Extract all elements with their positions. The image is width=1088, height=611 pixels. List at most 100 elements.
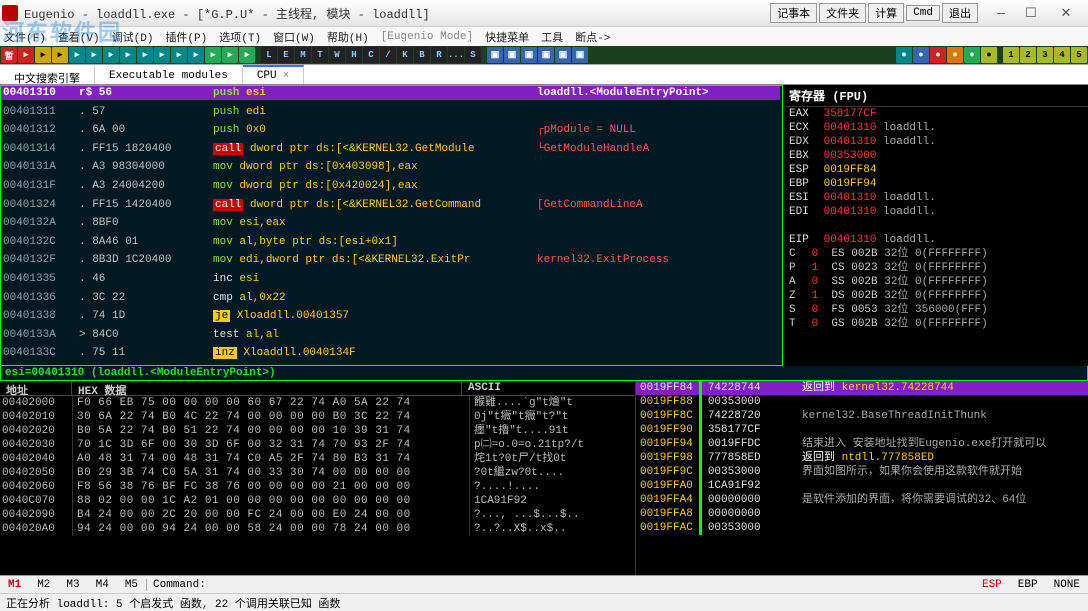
stack-row[interactable]: 0019FFAC00353000 [636,521,798,535]
disasm-cell[interactable]: inc esi [211,272,535,286]
m2-button[interactable]: M2 [29,579,58,591]
stack-row[interactable]: 0019FF8800353000 [636,395,798,409]
stack-row[interactable]: 0019FF8C74228720 [636,409,798,423]
register-row[interactable]: EBX 00353000 [783,149,1088,163]
dump-row[interactable]: 00402020B0 5A 22 74 B0 51 22 74 00 00 00… [0,424,635,438]
stack-info-row[interactable] [798,423,1088,437]
disassembly-pane[interactable]: 00401310 r$ 56 push esi loaddll.<ModuleE… [0,85,783,366]
tb-btn-0[interactable]: ▸ [18,47,34,63]
disasm-cell[interactable]: . 8BF0 [77,216,211,230]
stack-row[interactable]: 0019FFA800000000 [636,507,798,521]
flag-row[interactable]: Z 1 DS 002B 32位 0(FFFFFFFF) [783,289,1088,303]
menu-tools[interactable]: 工具 [541,29,563,45]
dump-row[interactable]: 0040203070 1C 3D 6F 00 30 3D 6F 00 32 31… [0,438,635,452]
tb-right-0[interactable]: ● [896,47,912,63]
dump-pane[interactable]: 地址 HEX 数据 ASCII 00402000F0 66 EB 75 00 0… [0,381,635,575]
register-row[interactable]: EDX 00401310 loaddll. [783,135,1088,149]
tb-letter-...[interactable]: ... [448,47,464,63]
disasm-cell[interactable]: cmp al,0x22 [211,291,535,305]
tb-extra-0[interactable]: ▣ [487,47,503,63]
dump-row[interactable]: 00402090B4 24 00 00 2C 20 00 00 FC 24 00… [0,508,635,522]
disasm-cell[interactable]: 0040132F [1,253,77,267]
disasm-cell[interactable] [535,328,780,342]
stack-row[interactable]: 0019FF9C00353000 [636,465,798,479]
disasm-cell[interactable] [535,309,780,323]
register-row[interactable]: ESP 0019FF84 [783,163,1088,177]
tb-btn-12[interactable]: ▸ [222,47,238,63]
disasm-cell[interactable]: mov dword ptr ds:[0x403098],eax [211,160,535,174]
flag-row[interactable]: C 0 ES 002B 32位 0(FFFFFFFF) [783,247,1088,261]
dump-row[interactable]: 004020A094 24 00 00 94 24 00 00 58 24 00… [0,522,635,536]
stack-info-row[interactable]: 是软件添加的界面，将你需要调试的32、64位 [798,493,1088,507]
disasm-cell[interactable] [535,346,780,360]
register-row[interactable]: EDI 00401310 loaddll. [783,205,1088,219]
disasm-cell[interactable]: . 75 11 [77,346,211,360]
tb-extra-4[interactable]: ▣ [555,47,571,63]
tb-right-1[interactable]: ● [913,47,929,63]
disasm-cell[interactable]: mov edi,dword ptr ds:[<&KERNEL32.ExitPr [211,253,535,267]
stack-info-row[interactable] [798,521,1088,535]
disasm-cell[interactable]: ┌pModule = NULL [535,123,780,137]
tb-letter-T[interactable]: T [312,47,328,63]
dump-row[interactable]: 00402050B0 29 3B 74 C0 5A 31 74 00 33 30… [0,466,635,480]
menu-quick[interactable]: 快捷菜单 [485,29,529,45]
disasm-cell[interactable]: call dword ptr ds:[<&KERNEL32.GetCommand [211,198,535,212]
tb-btn-9[interactable]: ▸ [171,47,187,63]
disasm-cell[interactable]: 00401335 [1,272,77,286]
command-input[interactable] [212,579,974,591]
disasm-cell[interactable]: 0040132C [1,235,77,249]
tab-中文搜索引擎[interactable]: 中文搜索引擎 [0,65,95,84]
disasm-cell[interactable] [535,272,780,286]
stack-info-row[interactable] [798,479,1088,493]
disasm-cell[interactable]: je Xloaddll.00401357 [211,309,535,323]
disasm-cell[interactable]: 0040131F [1,179,77,193]
disasm-cell[interactable] [535,160,780,174]
tb-extra-1[interactable]: ▣ [504,47,520,63]
register-row[interactable]: EIP 00401310 loaddll. [783,233,1088,247]
tb-pause-icon[interactable]: 暂 [1,47,17,63]
tb-btn-3[interactable]: ▸ [69,47,85,63]
tb-num-5[interactable]: 5 [1071,47,1087,63]
disasm-cell[interactable] [535,216,780,230]
menu-plugin[interactable]: 插件(P) [165,29,207,45]
dump-row[interactable]: 0040C07088 02 00 00 1C A2 01 00 00 00 00… [0,494,635,508]
esp-flag[interactable]: ESP [974,579,1010,591]
dump-row[interactable]: 00402040A0 48 31 74 00 48 31 74 C0 A5 2F… [0,452,635,466]
menu-options[interactable]: 选项(T) [219,29,261,45]
disasm-cell[interactable]: 00401311 [1,105,77,119]
disasm-cell[interactable]: 00401314 [1,142,77,156]
disasm-cell[interactable]: kernel32.ExitProcess [535,253,780,267]
tb-num-4[interactable]: 4 [1054,47,1070,63]
tb-letter-S[interactable]: S [465,47,481,63]
tb-num-1[interactable]: 1 [1003,47,1019,63]
tb-btn-8[interactable]: ▸ [154,47,170,63]
tb-letter-M[interactable]: M [295,47,311,63]
flag-row[interactable]: A 0 SS 002B 32位 0(FFFFFFFF) [783,275,1088,289]
m3-button[interactable]: M3 [58,579,87,591]
close-button[interactable]: ✕ [1046,3,1086,23]
disasm-cell[interactable]: mov dword ptr ds:[0x420024],eax [211,179,535,193]
disasm-cell[interactable]: 00401312 [1,123,77,137]
tb-letter-/[interactable]: / [380,47,396,63]
registers-pane[interactable]: 寄存器 (FPU) EAX 358177CF ECX 00401310 load… [783,85,1088,366]
tb-btn-13[interactable]: ▸ [239,47,255,63]
dump-row[interactable]: 00402000F0 66 EB 75 00 00 00 00 60 67 22… [0,396,635,410]
tb-extra-2[interactable]: ▣ [521,47,537,63]
menu-window[interactable]: 窗口(W) [273,29,315,45]
stack-row[interactable]: 0019FF90358177CF [636,423,798,437]
tb-right-4[interactable]: ● [964,47,980,63]
m4-button[interactable]: M4 [88,579,117,591]
stack-row[interactable]: 0019FF8474228744 [636,381,798,395]
stack-row[interactable]: 0019FFA400000000 [636,493,798,507]
disasm-cell[interactable]: 0040132A [1,216,77,230]
disasm-cell[interactable] [535,235,780,249]
dump-row[interactable]: 0040201030 6A 22 74 B0 4C 22 74 00 00 00… [0,410,635,424]
disasm-cell[interactable] [535,291,780,305]
register-row[interactable]: EAX 358177CF [783,107,1088,121]
disasm-cell[interactable]: └GetModuleHandleA [535,142,780,156]
m5-button[interactable]: M5 [117,579,146,591]
maximize-button[interactable]: ☐ [1016,3,1046,23]
disasm-cell[interactable]: . FF15 1820400 [77,142,211,156]
tb-letter-B[interactable]: B [414,47,430,63]
tb-letter-W[interactable]: W [329,47,345,63]
